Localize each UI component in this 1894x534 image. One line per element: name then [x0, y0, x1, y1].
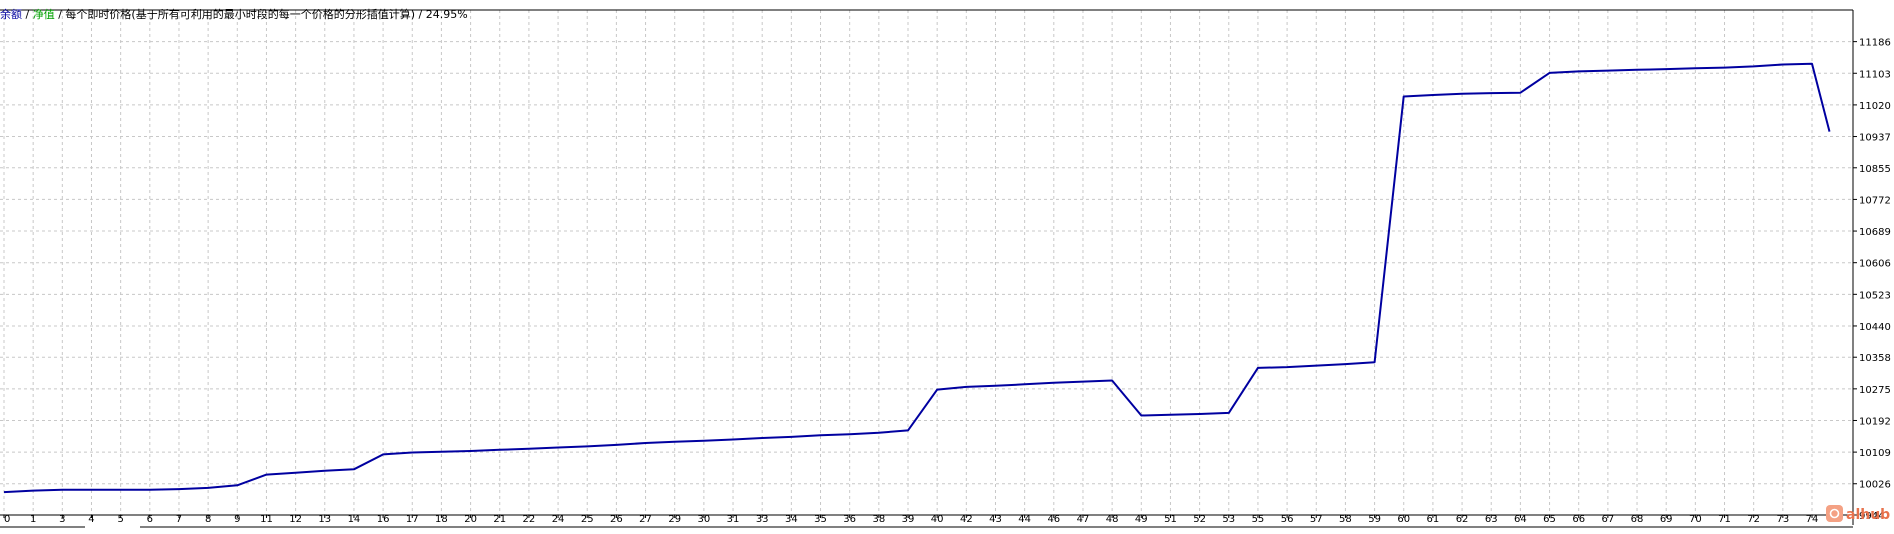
- percent-value: 24.95%: [426, 8, 468, 21]
- x-tick-label: 52: [1193, 514, 1206, 525]
- y-tick-label: 10606: [1859, 259, 1891, 270]
- x-tick-label: 3: [59, 514, 65, 525]
- x-tick-label: 74: [1806, 514, 1819, 525]
- x-tick-label: 70: [1689, 514, 1702, 525]
- x-tick-label: 27: [639, 514, 652, 525]
- y-tick-label: 11103: [1859, 69, 1891, 80]
- x-tick-label: 73: [1776, 514, 1789, 525]
- x-tick-label: 31: [727, 514, 740, 525]
- y-tick-label: 10109: [1859, 448, 1891, 459]
- x-tick-label: 0: [4, 514, 10, 525]
- svg-text:余额 / 净值: 余额 / 净值 / 每个即时价格(基于所有可利用的最小时段的每一个价格的分形插值…: [0, 7, 468, 21]
- watermark: alhub: [1826, 505, 1890, 523]
- watermark-text: alhub: [1846, 507, 1890, 523]
- x-tick-label: 53: [1222, 514, 1235, 525]
- x-tick-label: 1: [30, 514, 36, 525]
- x-tick-label: 21: [493, 514, 506, 525]
- x-tick-label: 71: [1718, 514, 1731, 525]
- x-tick-label: 57: [1310, 514, 1323, 525]
- x-tick-label: 43: [989, 514, 1002, 525]
- x-tick-label: 39: [902, 514, 915, 525]
- x-tick-label: 44: [1018, 514, 1031, 525]
- x-tick-label: 60: [1397, 514, 1410, 525]
- x-tick-label: 46: [1047, 514, 1060, 525]
- y-tick-label: 10523: [1859, 290, 1891, 301]
- y-tick-label: 10855: [1859, 164, 1891, 175]
- x-tick-label: 25: [581, 514, 594, 525]
- x-tick-label: 66: [1572, 514, 1585, 525]
- x-tick-label: 51: [1164, 514, 1177, 525]
- chart-canvas: 9944100261010910192102751035810440105231…: [0, 0, 1894, 530]
- x-tick-label: 38: [872, 514, 885, 525]
- y-tick-label: 10689: [1859, 227, 1891, 238]
- x-tick-label: 30: [698, 514, 711, 525]
- chart-header: 余额 / 净值 / 每个即时价格(基于所有可利用的最小时段的每一个价格的分形插值…: [0, 7, 468, 21]
- legend-separator-2: /: [58, 8, 65, 21]
- y-tick-label: 10192: [1859, 416, 1891, 427]
- x-tick-label: 49: [1135, 514, 1148, 525]
- y-tick-label: 10026: [1859, 480, 1891, 491]
- y-tick-label: 10937: [1859, 133, 1891, 144]
- y-tick-label: 10358: [1859, 353, 1891, 364]
- x-tick-label: 68: [1631, 514, 1644, 525]
- legend-separator-3: /: [419, 8, 426, 21]
- x-tick-label: 12: [289, 514, 302, 525]
- x-tick-label: 6: [147, 514, 153, 525]
- x-tick-label: 36: [843, 514, 856, 525]
- x-tick-label: 34: [785, 514, 798, 525]
- x-tick-label: 40: [931, 514, 944, 525]
- x-tick-label: 13: [318, 514, 331, 525]
- y-tick-label: 11186: [1859, 38, 1891, 49]
- x-tick-label: 7: [176, 514, 182, 525]
- watermark-logo-icon: [1826, 505, 1843, 522]
- x-tick-label: 55: [1252, 514, 1265, 525]
- y-tick-label: 10440: [1859, 322, 1891, 333]
- x-tick-label: 26: [610, 514, 623, 525]
- x-tick-label: 63: [1485, 514, 1498, 525]
- legend-balance-label: 余额: [0, 7, 22, 21]
- x-tick-label: 58: [1339, 514, 1352, 525]
- x-tick-label: 59: [1368, 514, 1381, 525]
- x-tick-label: 65: [1543, 514, 1556, 525]
- legend-separator-1: /: [26, 8, 33, 21]
- x-tick-label: 11: [260, 514, 273, 525]
- x-tick-label: 29: [668, 514, 681, 525]
- x-tick-label: 22: [523, 514, 536, 525]
- x-tick-label: 48: [1106, 514, 1119, 525]
- x-tick-label: 20: [464, 514, 477, 525]
- x-tick-label: 42: [960, 514, 973, 525]
- x-tick-label: 33: [756, 514, 769, 525]
- x-tick-label: 69: [1660, 514, 1673, 525]
- x-tick-label: 17: [406, 514, 419, 525]
- x-tick-label: 24: [552, 514, 565, 525]
- balance-chart: 9944 10026 10109 10192 10275 10358 10440 10523 1…: [0, 0, 1894, 530]
- x-tick-label: 56: [1281, 514, 1294, 525]
- x-tick-label: 9: [234, 514, 240, 525]
- x-tick-label: 5: [117, 514, 123, 525]
- y-tick-label: 10275: [1859, 385, 1891, 396]
- x-tick-label: 35: [814, 514, 827, 525]
- x-tick-label: 47: [1077, 514, 1090, 525]
- x-tick-label: 18: [435, 514, 448, 525]
- x-tick-label: 67: [1602, 514, 1615, 525]
- x-tick-label: 61: [1427, 514, 1440, 525]
- x-tick-label: 14: [348, 514, 361, 525]
- y-tick-label: 11020: [1859, 101, 1891, 112]
- x-tick-label: 62: [1456, 514, 1469, 525]
- x-tick-label: 8: [205, 514, 211, 525]
- x-tick-label: 4: [88, 514, 94, 525]
- x-tick-label: 64: [1514, 514, 1527, 525]
- x-tick-label: 72: [1747, 514, 1760, 525]
- testing-mode-text: 每个即时价格(基于所有可利用的最小时段的每一个价格的分形插值计算): [65, 7, 415, 21]
- y-tick-label: 10772: [1859, 195, 1891, 206]
- legend-equity-label: 净值: [33, 7, 55, 21]
- x-tick-label: 16: [377, 514, 390, 525]
